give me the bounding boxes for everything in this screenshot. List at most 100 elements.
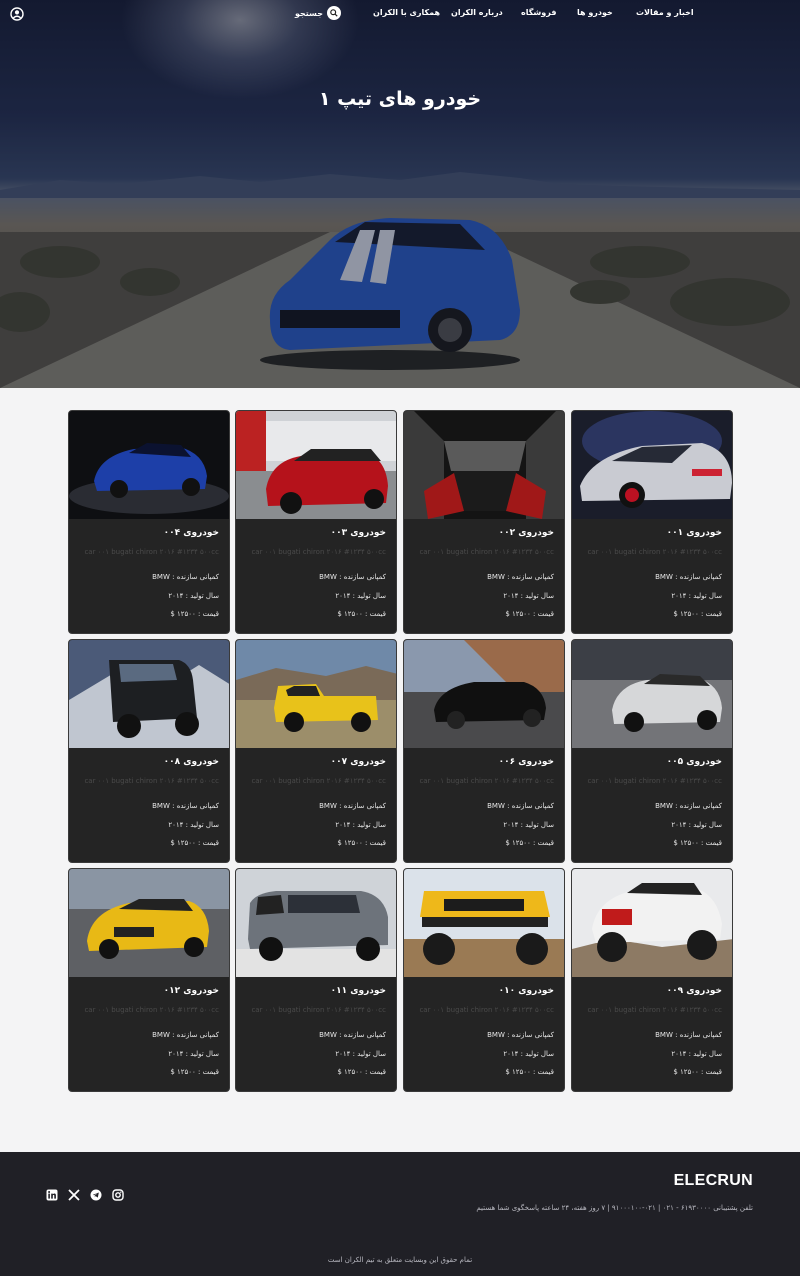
car-image — [236, 411, 396, 519]
car-maker: کمپانی سازنده : BMW — [152, 573, 219, 581]
car-description: car ۰۰۱ bugati chiron ۲۰۱۶ #۱۲۳۴ ۵۰۰cc — [587, 1006, 722, 1014]
car-price: قیمت : ۱۲۵۰۰ $ — [505, 610, 554, 618]
car-price: قیمت : ۱۲۵۰۰ $ — [673, 610, 722, 618]
search-icon — [326, 6, 341, 20]
car-card[interactable]: خودروی ۰۰۲ car ۰۰۱ bugati chiron ۲۰۱۶ #۱… — [403, 410, 565, 634]
car-description: car ۰۰۱ bugati chiron ۲۰۱۶ #۱۲۳۴ ۵۰۰cc — [587, 548, 722, 556]
car-image — [572, 640, 732, 748]
car-year: سال تولید : ۲۰۱۴ — [168, 592, 219, 600]
car-price: قیمت : ۱۲۵۰۰ $ — [337, 1068, 386, 1076]
car-card[interactable]: خودروی ۰۱۱ car ۰۰۱ bugati chiron ۲۰۱۶ #۱… — [235, 868, 397, 1092]
car-description: car ۰۰۱ bugati chiron ۲۰۱۶ #۱۲۳۴ ۵۰۰cc — [587, 777, 722, 785]
car-price: قیمت : ۱۲۵۰۰ $ — [505, 1068, 554, 1076]
user-icon[interactable] — [10, 6, 24, 21]
top-nav: اخبار و مقالات خودرو ها فروشگاه درباره ا… — [0, 0, 800, 28]
car-image — [404, 411, 564, 519]
car-maker: کمپانی سازنده : BMW — [152, 1031, 219, 1039]
car-image — [69, 411, 229, 519]
car-year: سال تولید : ۲۰۱۴ — [671, 821, 722, 829]
car-maker: کمپانی سازنده : BMW — [655, 802, 722, 810]
car-title: خودروی ۰۰۶ — [498, 757, 554, 767]
car-description: car ۰۰۱ bugati chiron ۲۰۱۶ #۱۲۳۴ ۵۰۰cc — [251, 777, 386, 785]
car-title: خودروی ۰۰۳ — [330, 528, 386, 538]
car-price: قیمت : ۱۲۵۰۰ $ — [170, 839, 219, 847]
car-card[interactable]: خودروی ۰۰۵ car ۰۰۱ bugati chiron ۲۰۱۶ #۱… — [571, 639, 733, 863]
car-maker: کمپانی سازنده : BMW — [319, 802, 386, 810]
car-title: خودروی ۰۰۱ — [666, 528, 722, 538]
car-card[interactable]: خودروی ۰۰۳ car ۰۰۱ bugati chiron ۲۰۱۶ #۱… — [235, 410, 397, 634]
car-title: خودروی ۰۱۱ — [330, 986, 386, 996]
search-button[interactable]: جستجو — [295, 6, 341, 20]
car-maker: کمپانی سازنده : BMW — [319, 573, 386, 581]
car-maker: کمپانی سازنده : BMW — [655, 573, 722, 581]
car-title: خودروی ۰۰۷ — [330, 757, 386, 767]
car-description: car ۰۰۱ bugati chiron ۲۰۱۶ #۱۲۳۴ ۵۰۰cc — [419, 777, 554, 785]
car-card[interactable]: خودروی ۰۱۲ car ۰۰۱ bugati chiron ۲۰۱۶ #۱… — [68, 868, 230, 1092]
instagram-icon[interactable] — [112, 1186, 124, 1201]
car-maker: کمپانی سازنده : BMW — [655, 1031, 722, 1039]
car-description: car ۰۰۱ bugati chiron ۲۰۱۶ #۱۲۳۴ ۵۰۰cc — [251, 548, 386, 556]
car-year: سال تولید : ۲۰۱۴ — [503, 821, 554, 829]
page-title: خودرو های تیپ ۱ — [318, 88, 482, 110]
x-icon[interactable] — [68, 1186, 80, 1201]
car-card[interactable]: خودروی ۰۰۷ car ۰۰۱ bugati chiron ۲۰۱۶ #۱… — [235, 639, 397, 863]
car-year: سال تولید : ۲۰۱۴ — [168, 821, 219, 829]
car-title: خودروی ۰۰۴ — [163, 528, 219, 538]
car-year: سال تولید : ۲۰۱۴ — [168, 1050, 219, 1058]
telegram-icon[interactable] — [90, 1186, 102, 1201]
car-price: قیمت : ۱۲۵۰۰ $ — [170, 610, 219, 618]
nav-link-cooperation[interactable]: همکاری با الکران — [373, 8, 440, 17]
car-price: قیمت : ۱۲۵۰۰ $ — [337, 839, 386, 847]
nav-link-news[interactable]: اخبار و مقالات — [636, 8, 694, 17]
car-price: قیمت : ۱۲۵۰۰ $ — [505, 839, 554, 847]
car-image — [404, 869, 564, 977]
footer-contact: تلفن پشتیبانی ۶۱۹۳۰۰۰۰ - ۰۲۱ | ۰۲۱-۹۱۰۰۰… — [476, 1204, 753, 1212]
car-price: قیمت : ۱۲۵۰۰ $ — [337, 610, 386, 618]
car-maker: کمپانی سازنده : BMW — [487, 802, 554, 810]
car-year: سال تولید : ۲۰۱۴ — [335, 1050, 386, 1058]
site-footer: ELECRUN تلفن پشتیبانی ۶۱۹۳۰۰۰۰ - ۰۲۱ | ۰… — [0, 1152, 800, 1276]
car-image — [236, 869, 396, 977]
car-description: car ۰۰۱ bugati chiron ۲۰۱۶ #۱۲۳۴ ۵۰۰cc — [419, 1006, 554, 1014]
car-description: car ۰۰۱ bugati chiron ۲۰۱۶ #۱۲۳۴ ۵۰۰cc — [419, 548, 554, 556]
car-title: خودروی ۰۰۵ — [666, 757, 722, 767]
car-year: سال تولید : ۲۰۱۴ — [503, 592, 554, 600]
car-card[interactable]: خودروی ۰۱۰ car ۰۰۱ bugati chiron ۲۰۱۶ #۱… — [403, 868, 565, 1092]
copyright-text: تمام حقوق این وبسایت متعلق به تیم الکران… — [327, 1256, 473, 1264]
car-year: سال تولید : ۲۰۱۴ — [335, 821, 386, 829]
car-image — [404, 640, 564, 748]
car-title: خودروی ۰۱۰ — [498, 986, 554, 996]
car-price: قیمت : ۱۲۵۰۰ $ — [170, 1068, 219, 1076]
car-price: قیمت : ۱۲۵۰۰ $ — [673, 1068, 722, 1076]
nav-link-about[interactable]: درباره الکران — [451, 8, 503, 17]
car-card[interactable]: خودروی ۰۰۶ car ۰۰۱ bugati chiron ۲۰۱۶ #۱… — [403, 639, 565, 863]
linkedin-icon[interactable] — [46, 1186, 58, 1201]
car-price: قیمت : ۱۲۵۰۰ $ — [673, 839, 722, 847]
car-maker: کمپانی سازنده : BMW — [487, 1031, 554, 1039]
nav-link-shop[interactable]: فروشگاه — [521, 8, 556, 17]
car-image — [69, 869, 229, 977]
car-image — [236, 640, 396, 748]
car-image — [69, 640, 229, 748]
nav-link-cars[interactable]: خودرو ها — [577, 8, 613, 17]
car-maker: کمپانی سازنده : BMW — [152, 802, 219, 810]
car-title: خودروی ۰۰۹ — [666, 986, 722, 996]
car-image — [572, 411, 732, 519]
hero-banner — [0, 0, 800, 388]
car-title: خودروی ۰۰۲ — [498, 528, 554, 538]
car-card[interactable]: خودروی ۰۰۱ car ۰۰۱ bugati chiron ۲۰۱۶ #۱… — [571, 410, 733, 634]
car-image — [572, 869, 732, 977]
car-card[interactable]: خودروی ۰۰۸ car ۰۰۱ bugati chiron ۲۰۱۶ #۱… — [68, 639, 230, 863]
car-card[interactable]: خودروی ۰۰۴ car ۰۰۱ bugati chiron ۲۰۱۶ #۱… — [68, 410, 230, 634]
car-year: سال تولید : ۲۰۱۴ — [671, 592, 722, 600]
car-title: خودروی ۰۰۸ — [163, 757, 219, 767]
search-label: جستجو — [295, 8, 323, 18]
car-year: سال تولید : ۲۰۱۴ — [671, 1050, 722, 1058]
car-maker: کمپانی سازنده : BMW — [487, 573, 554, 581]
car-maker: کمپانی سازنده : BMW — [319, 1031, 386, 1039]
car-year: سال تولید : ۲۰۱۴ — [503, 1050, 554, 1058]
car-card[interactable]: خودروی ۰۰۹ car ۰۰۱ bugati chiron ۲۰۱۶ #۱… — [571, 868, 733, 1092]
footer-brand[interactable]: ELECRUN — [674, 1172, 753, 1190]
car-description: car ۰۰۱ bugati chiron ۲۰۱۶ #۱۲۳۴ ۵۰۰cc — [84, 548, 219, 556]
social-links — [46, 1186, 124, 1201]
